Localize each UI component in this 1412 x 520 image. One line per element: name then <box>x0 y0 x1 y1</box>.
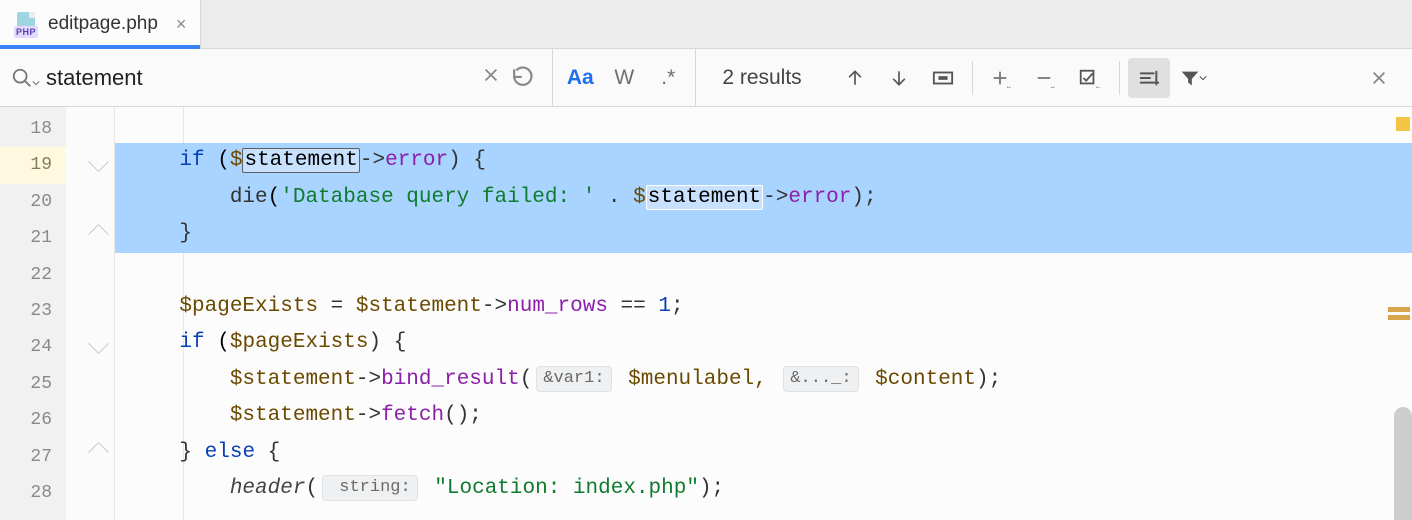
fold-column <box>66 107 115 520</box>
regex-toggle[interactable]: .* <box>647 58 689 98</box>
search-icon[interactable] <box>0 67 44 89</box>
tab-bar: PHP editpage.php × <box>0 0 1412 49</box>
prev-match-button[interactable] <box>834 58 876 98</box>
close-findbar-icon[interactable] <box>1358 58 1400 98</box>
search-marker[interactable] <box>1388 315 1410 320</box>
scrollbar-thumb[interactable] <box>1394 407 1412 520</box>
add-selection-button[interactable]: ⎵ <box>981 58 1023 98</box>
match-options: Aa W .* <box>553 49 696 106</box>
tab-close-icon[interactable]: × <box>176 14 187 35</box>
line-number[interactable]: 21 <box>0 220 66 256</box>
filter-dropdown-button[interactable] <box>1172 58 1214 98</box>
results-count: 2 results <box>696 66 827 90</box>
editor: 18 19 20 21 22 23 24 25 26 27 28 if ($st… <box>0 107 1412 520</box>
code-area[interactable]: if ($statement->error) { die('Database q… <box>115 107 1412 520</box>
line-number[interactable]: 19 <box>0 147 66 183</box>
line-number[interactable]: 26 <box>0 402 66 438</box>
fold-handle-icon[interactable] <box>87 151 108 172</box>
warning-marker-icon[interactable] <box>1396 117 1410 131</box>
find-bar: Aa W .* 2 results ⎵ ⎵ ⎵ <box>0 49 1412 107</box>
clear-search-icon[interactable] <box>474 66 508 90</box>
search-match: statement <box>242 148 359 173</box>
line-gutter: 18 19 20 21 22 23 24 25 26 27 28 <box>0 107 66 520</box>
search-match: statement <box>646 185 763 210</box>
line-number[interactable]: 20 <box>0 184 66 220</box>
param-hint: &..._: <box>783 366 858 392</box>
search-marker[interactable] <box>1388 307 1410 312</box>
select-all-button[interactable]: ⎵ <box>1069 58 1111 98</box>
fold-handle-icon[interactable] <box>87 224 108 245</box>
whole-words-toggle[interactable]: W <box>603 58 645 98</box>
select-all-occurrences-button[interactable] <box>922 58 964 98</box>
line-number[interactable]: 25 <box>0 366 66 402</box>
editor-tab[interactable]: PHP editpage.php × <box>0 0 201 48</box>
filter-lines-button[interactable] <box>1128 58 1170 98</box>
line-number[interactable]: 18 <box>0 111 66 147</box>
remove-selection-button[interactable]: ⎵ <box>1025 58 1067 98</box>
line-number[interactable]: 28 <box>0 475 66 511</box>
tab-filename: editpage.php <box>48 13 158 35</box>
search-history-icon[interactable] <box>508 65 542 91</box>
find-tools: ⎵ ⎵ ⎵ <box>828 58 1220 98</box>
php-file-icon: PHP <box>14 10 38 38</box>
find-input[interactable] <box>44 64 474 92</box>
param-hint: &var1: <box>536 366 611 392</box>
line-number[interactable]: 24 <box>0 329 66 365</box>
next-match-button[interactable] <box>878 58 920 98</box>
fold-handle-icon[interactable] <box>87 442 108 463</box>
line-number[interactable]: 22 <box>0 257 66 293</box>
fold-handle-icon[interactable] <box>87 333 108 354</box>
param-hint: string: <box>322 475 418 501</box>
match-case-toggle[interactable]: Aa <box>559 58 601 98</box>
line-number[interactable]: 23 <box>0 293 66 329</box>
line-number[interactable]: 27 <box>0 439 66 475</box>
